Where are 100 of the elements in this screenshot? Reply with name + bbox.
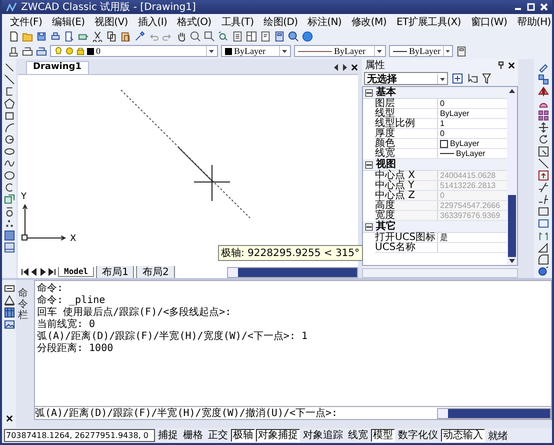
close-icon[interactable] bbox=[6, 415, 12, 422]
close-icon[interactable] bbox=[508, 62, 515, 68]
property-category[interactable]: 基本 bbox=[376, 86, 396, 98]
dropdown-arrow-icon[interactable] bbox=[206, 46, 216, 56]
menu-item[interactable]: 格式(O) bbox=[172, 14, 216, 28]
menu-item[interactable]: ET扩展工具(X) bbox=[391, 14, 466, 28]
scissors-icon[interactable] bbox=[92, 30, 103, 42]
copy-icon[interactable] bbox=[106, 30, 117, 42]
status-toggle-button[interactable]: 捕捉 bbox=[156, 429, 180, 442]
property-value[interactable]: ByLayer bbox=[438, 139, 507, 148]
menu-item[interactable]: 标注(N) bbox=[302, 14, 347, 28]
layout-tab[interactable]: Model bbox=[58, 267, 94, 277]
spline-icon[interactable] bbox=[4, 158, 14, 169]
menu-item[interactable]: 视图(V) bbox=[90, 14, 133, 28]
horizontal-scrollbar[interactable] bbox=[437, 408, 551, 418]
cursor-box-icon[interactable] bbox=[467, 73, 478, 84]
diagonal-line-icon[interactable] bbox=[4, 74, 14, 85]
polyline-icon[interactable] bbox=[4, 86, 14, 97]
left-arrow-icon[interactable] bbox=[30, 268, 38, 276]
collapse-icon[interactable] bbox=[365, 88, 373, 96]
property-value[interactable]: 1 bbox=[438, 119, 507, 128]
dropdown-arrow-icon[interactable] bbox=[437, 74, 447, 84]
lineweight-dropdown[interactable]: ByLayer bbox=[389, 45, 453, 57]
collapse-icon[interactable] bbox=[365, 222, 373, 230]
status-toggle-button[interactable]: 正交 bbox=[206, 429, 230, 442]
menu-item[interactable]: 修改(M) bbox=[346, 14, 392, 28]
document-tab[interactable]: Drawing1 bbox=[26, 61, 88, 74]
layer-export-icon[interactable] bbox=[36, 46, 47, 56]
zoom-previous-icon[interactable] bbox=[218, 30, 229, 42]
menu-item[interactable]: 帮助(H) bbox=[512, 14, 552, 28]
menu-item[interactable]: 窗口(W) bbox=[466, 14, 512, 28]
close-icon[interactable] bbox=[351, 64, 358, 71]
status-toggle-button[interactable]: 对象捕捉 bbox=[256, 429, 300, 442]
copy-object-icon[interactable] bbox=[538, 74, 548, 85]
property-category[interactable]: 其它 bbox=[376, 220, 396, 232]
dropdown-arrow-icon[interactable] bbox=[279, 46, 289, 56]
join-icon[interactable] bbox=[538, 218, 548, 229]
save-icon[interactable] bbox=[36, 30, 47, 42]
printer-icon[interactable] bbox=[50, 30, 61, 42]
status-toggle-button[interactable]: 对象追踪 bbox=[301, 429, 345, 442]
status-toggle-button[interactable]: 数字化仪 bbox=[396, 429, 440, 442]
dropdown-arrow-icon[interactable] bbox=[442, 46, 451, 56]
arc-icon[interactable] bbox=[4, 122, 14, 133]
break-rectangle-icon[interactable] bbox=[538, 206, 548, 217]
calculator-icon[interactable] bbox=[274, 30, 285, 42]
layer-previous-icon[interactable] bbox=[22, 46, 33, 56]
status-toggle-button[interactable]: 动态输入 bbox=[441, 429, 485, 442]
color-dropdown[interactable]: ByLayer bbox=[221, 45, 291, 57]
menu-item[interactable]: 工具(T) bbox=[216, 14, 259, 28]
preview-icon[interactable] bbox=[64, 30, 75, 42]
status-toggle-button[interactable]: 栅格 bbox=[181, 429, 205, 442]
rectangle-icon[interactable] bbox=[4, 110, 14, 121]
property-value[interactable]: 0 bbox=[438, 129, 507, 138]
menu-item[interactable]: 编辑(E) bbox=[47, 14, 90, 28]
filter-icon[interactable] bbox=[482, 73, 493, 84]
rotate-icon[interactable] bbox=[538, 134, 548, 145]
layer-stack-icon[interactable] bbox=[8, 46, 19, 56]
hand-icon[interactable] bbox=[176, 30, 187, 42]
property-value[interactable]: 0 bbox=[438, 99, 507, 108]
status-toggle-button[interactable]: 极轴 bbox=[231, 429, 255, 442]
image-icon[interactable] bbox=[4, 319, 14, 330]
scale-icon[interactable] bbox=[538, 146, 548, 157]
mirror-icon[interactable] bbox=[538, 86, 548, 97]
calculator-icon[interactable] bbox=[456, 46, 467, 56]
property-value[interactable]: ByLayer bbox=[438, 149, 507, 158]
first-arrow-icon[interactable] bbox=[21, 268, 29, 276]
arc-icon[interactable] bbox=[4, 182, 14, 193]
notepad-icon[interactable] bbox=[260, 30, 271, 42]
document-icon[interactable] bbox=[232, 30, 243, 42]
line-icon[interactable] bbox=[4, 62, 14, 73]
left-arrow-icon[interactable] bbox=[333, 64, 339, 71]
status-toggle-button[interactable]: 线宽 bbox=[346, 429, 370, 442]
magnifier-icon[interactable] bbox=[288, 30, 299, 42]
horizontal-scrollbar[interactable] bbox=[226, 266, 358, 278]
maximize-icon[interactable] bbox=[527, 3, 535, 11]
corner-icon[interactable] bbox=[538, 254, 548, 265]
menu-item[interactable]: 绘图(D) bbox=[258, 14, 303, 28]
collapse-icon[interactable] bbox=[365, 160, 373, 168]
panels-icon[interactable] bbox=[246, 30, 257, 42]
right-arrow-icon[interactable] bbox=[39, 268, 47, 276]
menu-item[interactable]: 文件(F) bbox=[5, 14, 48, 28]
break-icon[interactable] bbox=[538, 194, 548, 205]
stretch-icon[interactable] bbox=[538, 158, 548, 169]
block-icon[interactable] bbox=[4, 194, 14, 205]
select-objects-icon[interactable] bbox=[452, 73, 463, 84]
brush-icon[interactable] bbox=[134, 30, 145, 42]
move-icon[interactable] bbox=[538, 122, 548, 133]
extend-icon[interactable] bbox=[538, 182, 548, 193]
chamfer-icon[interactable] bbox=[538, 230, 548, 241]
property-value[interactable]: 是 bbox=[438, 233, 507, 242]
property-value[interactable]: ByLayer bbox=[438, 109, 507, 118]
dropdown-arrow-icon[interactable] bbox=[374, 46, 384, 56]
pentagon-icon[interactable] bbox=[4, 98, 14, 109]
pin-icon[interactable] bbox=[498, 61, 504, 69]
property-category[interactable]: 视图 bbox=[376, 158, 396, 170]
hatch-icon[interactable] bbox=[4, 230, 14, 241]
vertical-scrollbar[interactable] bbox=[507, 87, 517, 265]
trim-icon[interactable] bbox=[538, 170, 548, 181]
linetype-dropdown[interactable]: ByLayer bbox=[294, 45, 386, 57]
eraser-icon[interactable] bbox=[538, 62, 548, 73]
